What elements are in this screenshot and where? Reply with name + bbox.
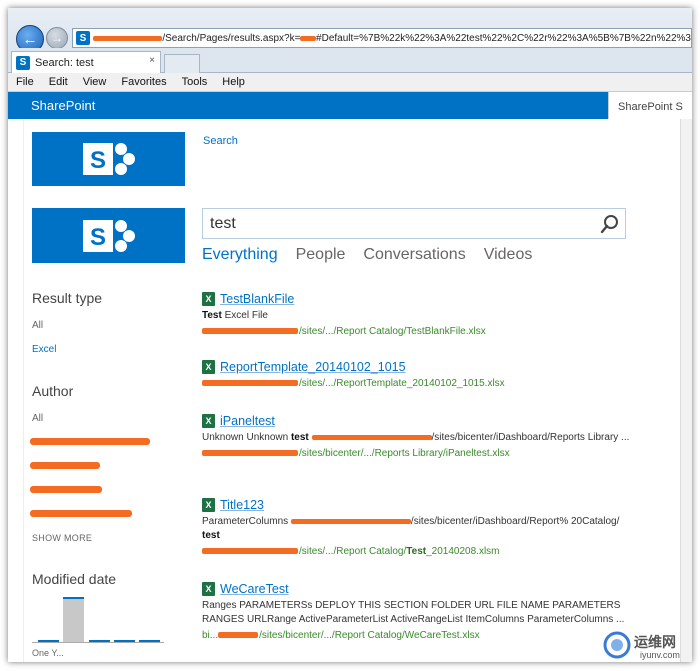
page-left-edge bbox=[23, 119, 24, 662]
excel-icon: X bbox=[202, 292, 215, 306]
sharepoint-logo-icon: S bbox=[82, 219, 135, 252]
forward-button[interactable]: → bbox=[46, 27, 68, 49]
svg-text:S: S bbox=[89, 224, 105, 251]
watermark-text: 运维网 bbox=[634, 634, 676, 650]
vertical-conversations[interactable]: Conversations bbox=[363, 246, 465, 264]
menu-help[interactable]: Help bbox=[222, 76, 245, 88]
browser-window: ← → S /Search/Pages/results.aspx?k= #Def… bbox=[8, 8, 692, 662]
refiner-result-type-excel[interactable]: Excel bbox=[32, 344, 56, 355]
redacted-host bbox=[93, 35, 163, 41]
watermark: 运维网 iyunv.com bbox=[602, 628, 692, 662]
url-prefix: /Search/Pages/results.aspx?k= bbox=[162, 32, 301, 44]
svg-text:S: S bbox=[89, 147, 105, 174]
result-title-link[interactable]: TestBlankFile bbox=[220, 292, 294, 306]
histogram-bar bbox=[114, 640, 135, 642]
result-item: X TestBlankFile Test Excel File /sites/.… bbox=[202, 291, 632, 337]
modified-date-histogram[interactable] bbox=[32, 593, 164, 643]
result-summary: Unknown Unknown test /sites/bicenter/iDa… bbox=[202, 432, 630, 443]
suite-bar-brand[interactable]: SharePoint bbox=[31, 98, 95, 113]
search-icon[interactable] bbox=[599, 213, 621, 235]
suite-bar-site-link[interactable]: SharePoint S bbox=[608, 92, 692, 119]
new-tab-button[interactable] bbox=[164, 54, 200, 73]
refiner-modified-title: Modified date bbox=[32, 571, 117, 587]
url-suffix: #Default=%7B%22k%22%3A%22test%22%2C%22r%… bbox=[316, 32, 691, 44]
redacted-author-3[interactable] bbox=[30, 486, 102, 493]
forward-arrow-icon: → bbox=[51, 31, 63, 45]
search-center-logo[interactable]: S bbox=[32, 208, 185, 263]
refiner-result-type-title: Result type bbox=[32, 290, 103, 306]
refiner-author-title: Author bbox=[32, 383, 74, 399]
breadcrumb-search-link[interactable]: Search bbox=[203, 135, 238, 147]
site-logo[interactable]: S bbox=[32, 132, 185, 186]
refiner-author-all[interactable]: All bbox=[32, 413, 43, 424]
redacted-query bbox=[300, 35, 317, 41]
watermark-site: iyunv.com bbox=[640, 650, 680, 660]
result-url[interactable]: bi.../sites/bicenter/.../Report Catalog/… bbox=[202, 630, 632, 641]
tab-strip: S Search: test × bbox=[8, 48, 692, 73]
result-summary: Test Excel File bbox=[202, 310, 268, 321]
vertical-everything[interactable]: Everything bbox=[202, 246, 278, 264]
excel-icon: X bbox=[202, 582, 215, 596]
vertical-scrollbar[interactable] bbox=[680, 119, 692, 662]
search-input[interactable] bbox=[203, 209, 593, 238]
result-title-link[interactable]: iPaneltest bbox=[220, 414, 275, 428]
show-more-link[interactable]: SHOW MORE bbox=[32, 533, 92, 543]
tab-title: Search: test bbox=[35, 56, 94, 69]
address-bar[interactable]: S /Search/Pages/results.aspx?k= #Default… bbox=[72, 28, 692, 48]
excel-icon: X bbox=[202, 498, 215, 512]
menu-bar: File Edit View Favorites Tools Help bbox=[8, 73, 692, 92]
histogram-bar bbox=[89, 640, 110, 642]
back-arrow-icon: ← bbox=[22, 30, 38, 48]
excel-icon: X bbox=[202, 360, 215, 374]
result-summary: Ranges PARAMETERSs DEPLOY THIS SECTION F… bbox=[202, 600, 625, 625]
sharepoint-logo-icon: S bbox=[82, 143, 135, 175]
menu-edit[interactable]: Edit bbox=[49, 76, 68, 88]
menu-file[interactable]: File bbox=[16, 76, 34, 88]
result-summary: ParameterColumns /sites/bicenter/iDashbo… bbox=[202, 516, 620, 541]
search-verticals: Everything People Conversations Videos bbox=[202, 246, 550, 264]
result-item: X WeCareTest Ranges PARAMETERSs DEPLOY T… bbox=[202, 581, 632, 641]
result-title-link[interactable]: ReportTemplate_20140102_1015 bbox=[220, 360, 406, 374]
address-toolbar: ← → S /Search/Pages/results.aspx?k= #Def… bbox=[8, 8, 692, 53]
histogram-bar bbox=[63, 597, 84, 642]
histogram-caption: One Y... bbox=[32, 648, 64, 658]
result-item: X ReportTemplate_20140102_1015 /sites/..… bbox=[202, 359, 632, 389]
result-item: X iPaneltest Unknown Unknown test /sites… bbox=[202, 413, 632, 459]
sharepoint-favicon-icon: S bbox=[76, 31, 90, 45]
redacted-author-1[interactable] bbox=[30, 438, 150, 445]
result-item: X Title123 ParameterColumns /sites/bicen… bbox=[202, 497, 632, 557]
menu-view[interactable]: View bbox=[83, 76, 107, 88]
result-url[interactable]: /sites/.../Report Catalog/Test_20140208.… bbox=[202, 546, 632, 557]
result-url[interactable]: /sites/.../Report Catalog/TestBlankFile.… bbox=[202, 326, 632, 337]
tab-search-test[interactable]: S Search: test × bbox=[11, 51, 161, 73]
redacted-author-4[interactable] bbox=[30, 510, 132, 517]
excel-icon: X bbox=[202, 414, 215, 428]
histogram-bar bbox=[139, 640, 160, 642]
histogram-bar bbox=[38, 640, 59, 642]
watermark-logo-icon bbox=[603, 631, 631, 659]
result-url[interactable]: /sites/bicenter/.../Reports Library/iPan… bbox=[202, 448, 632, 459]
menu-tools[interactable]: Tools bbox=[182, 76, 208, 88]
search-box bbox=[202, 208, 626, 239]
refiner-result-type-all[interactable]: All bbox=[32, 320, 43, 331]
result-title-link[interactable]: Title123 bbox=[220, 498, 264, 512]
redacted-author-2[interactable] bbox=[30, 462, 100, 469]
sharepoint-tab-icon: S bbox=[16, 55, 30, 70]
result-title-link[interactable]: WeCareTest bbox=[220, 582, 289, 596]
menu-favorites[interactable]: Favorites bbox=[121, 76, 166, 88]
result-url[interactable]: /sites/.../ReportTemplate_20140102_1015.… bbox=[202, 378, 632, 389]
close-tab-icon[interactable]: × bbox=[149, 55, 155, 66]
vertical-people[interactable]: People bbox=[296, 246, 346, 264]
suite-bar: SharePoint SharePoint S bbox=[8, 92, 692, 119]
vertical-videos[interactable]: Videos bbox=[484, 246, 533, 264]
